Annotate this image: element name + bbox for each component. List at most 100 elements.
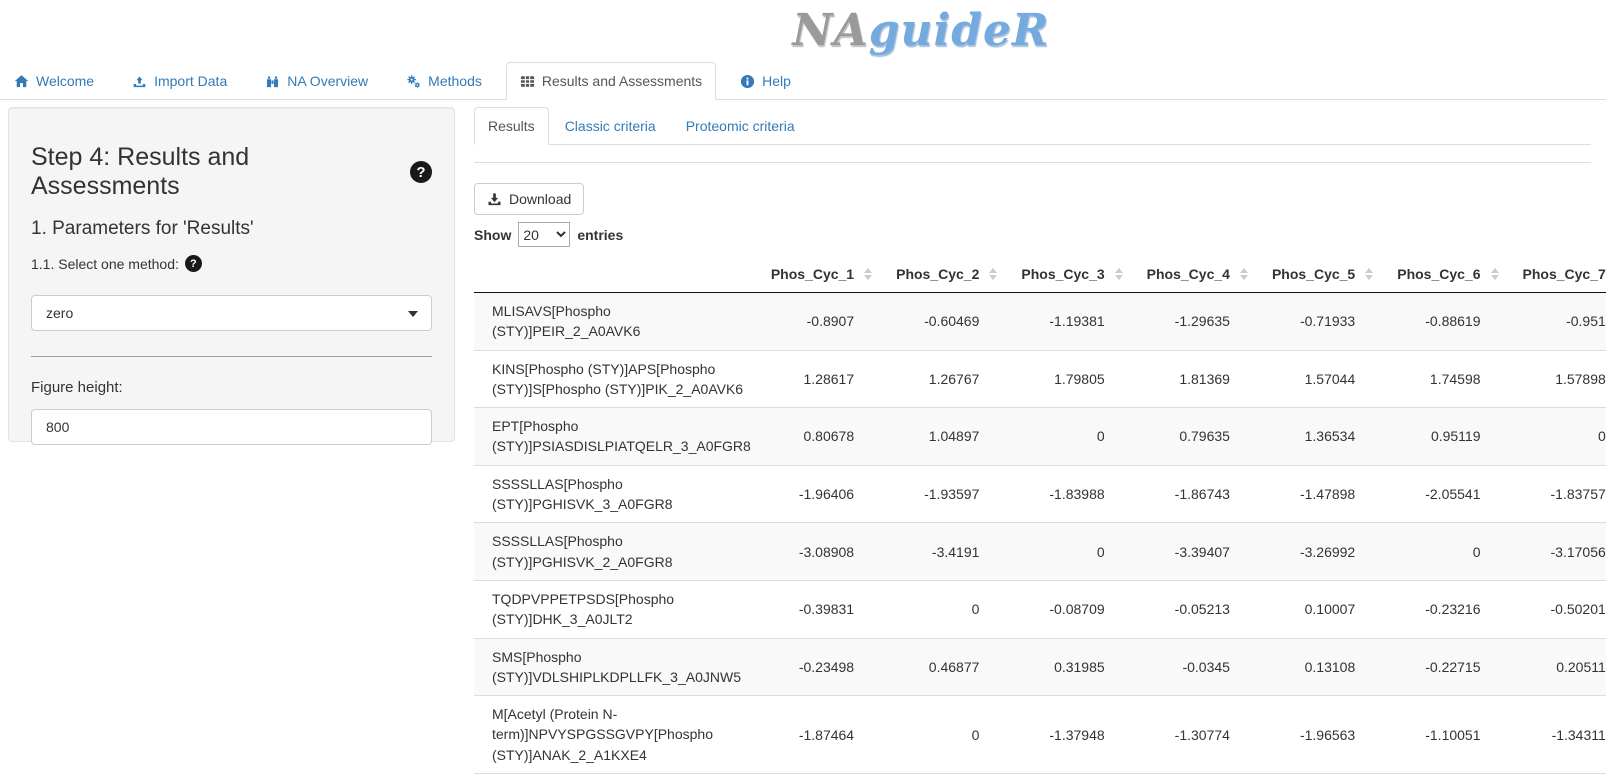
- sidebar-panel: Step 4: Results and Assessments ? 1. Par…: [8, 107, 455, 442]
- column-header-phos-cyc-1[interactable]: Phos_Cyc_1: [761, 256, 886, 293]
- nav-link-import-data[interactable]: Import Data: [118, 62, 241, 100]
- nav-link-welcome[interactable]: Welcome: [0, 62, 108, 100]
- sidebar-title: Step 4: Results and Assessments ?: [31, 143, 432, 201]
- value-cell: 0: [1011, 523, 1136, 581]
- app-logo: NAguideR: [792, 9, 1049, 53]
- nav-link-results-and-assessments[interactable]: Results and Assessments: [506, 62, 716, 100]
- row-name-cell: EPT[Phospho (STY)]PSIASDISLPIATQELR_3_A0…: [474, 408, 761, 466]
- method-label-row: 1.1. Select one method: ?: [31, 255, 432, 272]
- figure-height-input[interactable]: [31, 409, 432, 445]
- method-select[interactable]: zero: [31, 295, 432, 331]
- table-row: TQDPVPPETPSDS[Phospho (STY)]DHK_3_A0JLT2…: [474, 580, 1606, 638]
- value-cell: 0: [886, 696, 1011, 774]
- sort-arrows-icon: [1365, 268, 1373, 280]
- value-cell: -1.29635: [1137, 293, 1262, 351]
- binoculars-icon: [265, 74, 280, 89]
- table-row: SSSSLLAS[Phospho (STY)]PGHISVK_3_A0FGR8-…: [474, 465, 1606, 523]
- value-cell: -3.26992: [1262, 523, 1387, 581]
- table-row: EPT[Phospho (STY)]PSIASDISLPIATQELR_3_A0…: [474, 408, 1606, 466]
- subtab-link-results[interactable]: Results: [474, 107, 549, 145]
- column-header-phos-cyc-5[interactable]: Phos_Cyc_5: [1262, 256, 1387, 293]
- value-cell: 0.95119: [1387, 408, 1512, 466]
- upload-icon: [132, 74, 147, 89]
- method-select-value: zero: [46, 305, 73, 321]
- value-cell: 1.79805: [1011, 350, 1136, 408]
- value-cell: 1.36534: [1262, 408, 1387, 466]
- results-table: Phos_Cyc_1 Phos_Cyc_2 Phos_Cyc_3 Phos_Cyc_4…: [474, 256, 1606, 774]
- nav-tab-import-data: Import Data: [118, 62, 241, 100]
- subtab-results: Results: [474, 107, 549, 145]
- value-cell: 0: [1513, 408, 1606, 466]
- column-header-label: Phos_Cyc_2: [896, 266, 979, 282]
- column-header-phos-cyc-3[interactable]: Phos_Cyc_3: [1011, 256, 1136, 293]
- sort-arrows-icon: [1115, 268, 1123, 280]
- value-cell: -0.951: [1513, 293, 1606, 351]
- value-cell: -1.86743: [1137, 465, 1262, 523]
- show-label: Show: [474, 227, 511, 243]
- subtab-proteomic-criteria: Proteomic criteria: [672, 107, 809, 145]
- question-circle-icon[interactable]: ?: [410, 161, 432, 183]
- nav-label: NA Overview: [287, 73, 368, 89]
- value-cell: -0.05213: [1137, 580, 1262, 638]
- value-cell: 1.26767: [886, 350, 1011, 408]
- sort-arrows-icon: [864, 268, 872, 280]
- subtab-link-proteomic-criteria[interactable]: Proteomic criteria: [672, 107, 809, 145]
- column-header-phos-cyc-7[interactable]: Phos_Cyc_7: [1513, 256, 1606, 293]
- nav-link-help[interactable]: Help: [726, 62, 805, 100]
- value-cell: -0.71933: [1262, 293, 1387, 351]
- sort-arrows-icon: [1240, 268, 1248, 280]
- value-cell: -1.83988: [1011, 465, 1136, 523]
- row-name-cell: MLISAVS[Phospho (STY)]PEIR_2_A0AVK6: [474, 293, 761, 351]
- value-cell: 0: [1387, 523, 1512, 581]
- value-cell: -2.05541: [1387, 465, 1512, 523]
- table-row: MLISAVS[Phospho (STY)]PEIR_2_A0AVK6-0.89…: [474, 293, 1606, 351]
- value-cell: -0.88619: [1387, 293, 1512, 351]
- nav-tab-welcome: Welcome: [0, 62, 108, 100]
- download-icon: [487, 192, 502, 207]
- value-cell: -0.08709: [1011, 580, 1136, 638]
- gears-icon: [406, 74, 421, 89]
- nav-link-methods[interactable]: Methods: [392, 62, 496, 100]
- value-cell: -1.93597: [886, 465, 1011, 523]
- sidebar-title-text: Step 4: Results and Assessments: [31, 143, 401, 201]
- row-name-cell: SSSSLLAS[Phospho (STY)]PGHISVK_3_A0FGR8: [474, 465, 761, 523]
- column-header-label: Phos_Cyc_3: [1021, 266, 1104, 282]
- value-cell: -0.22715: [1387, 638, 1512, 696]
- results-tabbar: ResultsClassic criteriaProteomic criteri…: [474, 107, 1591, 145]
- parameters-heading: 1. Parameters for 'Results': [31, 218, 432, 240]
- value-cell: -3.39407: [1137, 523, 1262, 581]
- table-header-row: Phos_Cyc_1 Phos_Cyc_2 Phos_Cyc_3 Phos_Cyc_4…: [474, 256, 1606, 293]
- table-row: KINS[Phospho (STY)]APS[Phospho (STY)]S[P…: [474, 350, 1606, 408]
- subtab-classic-criteria: Classic criteria: [551, 107, 670, 145]
- logo-text-guider: guideR: [869, 5, 1050, 56]
- nav-label: Results and Assessments: [542, 73, 702, 89]
- column-header-label: Phos_Cyc_1: [771, 266, 854, 282]
- value-cell: 0: [1011, 408, 1136, 466]
- nav-link-na-overview[interactable]: NA Overview: [251, 62, 382, 100]
- value-cell: -1.96406: [761, 465, 886, 523]
- value-cell: -1.96563: [1262, 696, 1387, 774]
- subtab-link-classic-criteria[interactable]: Classic criteria: [551, 107, 670, 145]
- value-cell: -0.8907: [761, 293, 886, 351]
- content-divider: [474, 162, 1591, 163]
- row-name-cell: TQDPVPPETPSDS[Phospho (STY)]DHK_3_A0JLT2: [474, 580, 761, 638]
- value-cell: 0.20511: [1513, 638, 1606, 696]
- nav-tab-methods: Methods: [392, 62, 496, 100]
- question-circle-icon[interactable]: ?: [185, 255, 202, 272]
- download-button[interactable]: Download: [474, 183, 584, 215]
- table-row: M[Acetyl (Protein N-term)]NPVYSPGSSGVPY[…: [474, 696, 1606, 774]
- column-header-phos-cyc-6[interactable]: Phos_Cyc_6: [1387, 256, 1512, 293]
- nav-label: Methods: [428, 73, 482, 89]
- figure-height-label: Figure height:: [31, 379, 432, 396]
- column-header-phos-cyc-4[interactable]: Phos_Cyc_4: [1137, 256, 1262, 293]
- table-icon: [520, 74, 535, 89]
- value-cell: -1.10051: [1387, 696, 1512, 774]
- value-cell: -1.34311: [1513, 696, 1606, 774]
- page-length-select[interactable]: 20: [518, 222, 570, 247]
- column-header-phos-cyc-2[interactable]: Phos_Cyc_2: [886, 256, 1011, 293]
- value-cell: -1.83757: [1513, 465, 1606, 523]
- value-cell: 0.31985: [1011, 638, 1136, 696]
- nav-tab-results-and-assessments: Results and Assessments: [506, 62, 716, 100]
- home-icon: [14, 74, 29, 89]
- value-cell: 0.80678: [761, 408, 886, 466]
